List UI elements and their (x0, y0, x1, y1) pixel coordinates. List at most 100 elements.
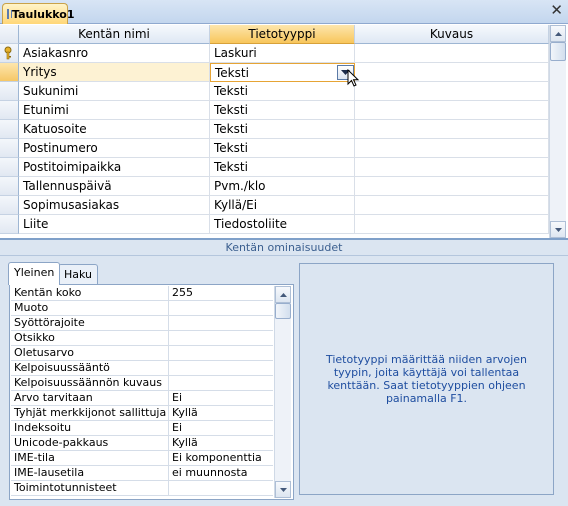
data-type-cell[interactable]: Laskuri (210, 44, 355, 63)
property-row[interactable]: Arvo tarvitaan Ei (11, 391, 273, 406)
property-row[interactable]: Kentän koko 255 (11, 286, 273, 301)
property-vertical-scrollbar[interactable] (274, 286, 291, 498)
field-name-cell[interactable]: Etunimi (19, 101, 210, 120)
property-label: Toimintotunnisteet (11, 481, 169, 496)
description-cell[interactable] (355, 101, 549, 120)
description-cell[interactable] (355, 63, 549, 82)
property-row[interactable]: Indeksoitu Ei (11, 421, 273, 436)
property-value[interactable] (169, 346, 272, 361)
field-name-cell[interactable]: Sopimusasiakas (19, 196, 210, 215)
scroll-down-button[interactable] (275, 481, 291, 498)
property-label: Kelpoisuussäännön kuvaus (11, 376, 169, 391)
mouse-cursor-icon (347, 69, 360, 87)
row-selector[interactable] (0, 82, 19, 101)
row-selector-current[interactable] (0, 63, 19, 82)
description-cell[interactable] (355, 82, 549, 101)
property-value[interactable]: Kyllä (169, 406, 272, 421)
field-name-cell[interactable]: Sukunimi (19, 82, 210, 101)
data-type-cell[interactable]: Kyllä/Ei (210, 196, 355, 215)
property-row[interactable]: Toimintotunnisteet (11, 481, 273, 496)
property-row[interactable]: Kelpoisuussääntö (11, 361, 273, 376)
row-selector[interactable] (0, 158, 19, 177)
row-selector[interactable] (0, 44, 19, 63)
scroll-thumb[interactable] (550, 42, 566, 61)
property-row[interactable]: Muoto (11, 301, 273, 316)
description-cell[interactable] (355, 139, 549, 158)
data-type-cell[interactable]: Teksti (210, 139, 355, 158)
property-help-text: Tietotyyppi määrittää niiden arvojen tyy… (299, 263, 554, 495)
row-selector[interactable] (0, 101, 19, 120)
description-cell[interactable] (355, 44, 549, 63)
tab-general[interactable]: Yleinen (8, 262, 61, 285)
field-name-cell[interactable]: Tallennuspäivä (19, 177, 210, 196)
property-row[interactable]: Oletusarvo (11, 346, 273, 361)
property-label: Unicode-pakkaus (11, 436, 169, 451)
property-value[interactable] (169, 316, 272, 331)
scroll-up-button[interactable] (550, 25, 566, 42)
row-selector[interactable] (0, 139, 19, 158)
data-type-cell[interactable]: Teksti (210, 101, 355, 120)
property-sheet: Kentän koko 255 Muoto Syöttörajoite Otsik… (9, 284, 294, 500)
property-value[interactable]: Ei (169, 421, 272, 436)
property-value[interactable] (169, 361, 272, 376)
field-name-cell[interactable]: Yritys (19, 63, 210, 82)
chevron-down-icon (279, 487, 287, 492)
data-type-cell[interactable]: Tiedostoliite (210, 215, 355, 234)
data-type-cell-editing[interactable]: Teksti (210, 63, 355, 82)
scroll-up-button[interactable] (275, 286, 291, 303)
column-header-field-name[interactable]: Kentän nimi (19, 25, 210, 44)
scroll-down-button[interactable] (550, 221, 566, 238)
tab-lookup[interactable]: Haku (58, 264, 99, 285)
grid-vertical-scrollbar[interactable] (549, 25, 566, 238)
description-cell[interactable] (355, 215, 549, 234)
property-label: Muoto (11, 301, 169, 316)
property-value[interactable]: Kyllä (169, 436, 272, 451)
row-selector[interactable] (0, 215, 19, 234)
header-corner[interactable] (0, 25, 19, 44)
document-tab-bar: Taulukko1 ✕ (0, 0, 568, 24)
property-value[interactable]: 255 (169, 286, 272, 301)
property-row[interactable]: IME-lausetila ei muunnosta (11, 466, 273, 481)
description-cell[interactable] (355, 120, 549, 139)
data-type-cell[interactable]: Teksti (210, 82, 355, 101)
property-value[interactable] (169, 301, 272, 316)
property-label: IME-tila (11, 451, 169, 466)
property-value[interactable] (169, 376, 272, 391)
description-cell[interactable] (355, 158, 549, 177)
property-label: Kelpoisuussääntö (11, 361, 169, 376)
property-row[interactable]: IME-tila Ei komponenttia (11, 451, 273, 466)
field-name-cell[interactable]: Postitoimipaikka (19, 158, 210, 177)
chevron-down-icon (554, 227, 562, 232)
column-header-data-type[interactable]: Tietotyyppi (210, 25, 355, 44)
row-selector[interactable] (0, 120, 19, 139)
document-tab[interactable]: Taulukko1 (2, 3, 75, 24)
chevron-up-icon (554, 31, 562, 36)
row-selector[interactable] (0, 177, 19, 196)
data-type-cell[interactable]: Pvm./klo (210, 177, 355, 196)
property-label: Indeksoitu (11, 421, 169, 436)
data-type-cell[interactable]: Teksti (210, 120, 355, 139)
field-name-cell[interactable]: Liite (19, 215, 210, 234)
property-row[interactable]: Tyhjät merkkijonot sallittuja Kyllä (11, 406, 273, 421)
field-name-cell[interactable]: Postinumero (19, 139, 210, 158)
scroll-thumb[interactable] (275, 303, 291, 319)
field-name-cell[interactable]: Katuosoite (19, 120, 210, 139)
primary-key-icon (4, 46, 12, 60)
property-row[interactable]: Kelpoisuussäännön kuvaus (11, 376, 273, 391)
description-cell[interactable] (355, 177, 549, 196)
property-value[interactable] (169, 331, 272, 346)
property-row[interactable]: Syöttörajoite (11, 316, 273, 331)
row-selector[interactable] (0, 196, 19, 215)
property-value[interactable]: Ei (169, 391, 272, 406)
field-properties-pane: Kentän ominaisuudet Yleinen Haku Kentän … (0, 240, 568, 506)
close-icon[interactable]: ✕ (550, 3, 563, 18)
property-value[interactable] (169, 481, 272, 496)
column-header-description[interactable]: Kuvaus (355, 25, 549, 44)
data-type-cell[interactable]: Teksti (210, 158, 355, 177)
field-name-cell[interactable]: Asiakasnro (19, 44, 210, 63)
property-row[interactable]: Unicode-pakkaus Kyllä (11, 436, 273, 451)
description-cell[interactable] (355, 196, 549, 215)
property-value[interactable]: ei muunnosta (169, 466, 272, 481)
property-value[interactable]: Ei komponenttia (169, 451, 272, 466)
property-row[interactable]: Otsikko (11, 331, 273, 346)
